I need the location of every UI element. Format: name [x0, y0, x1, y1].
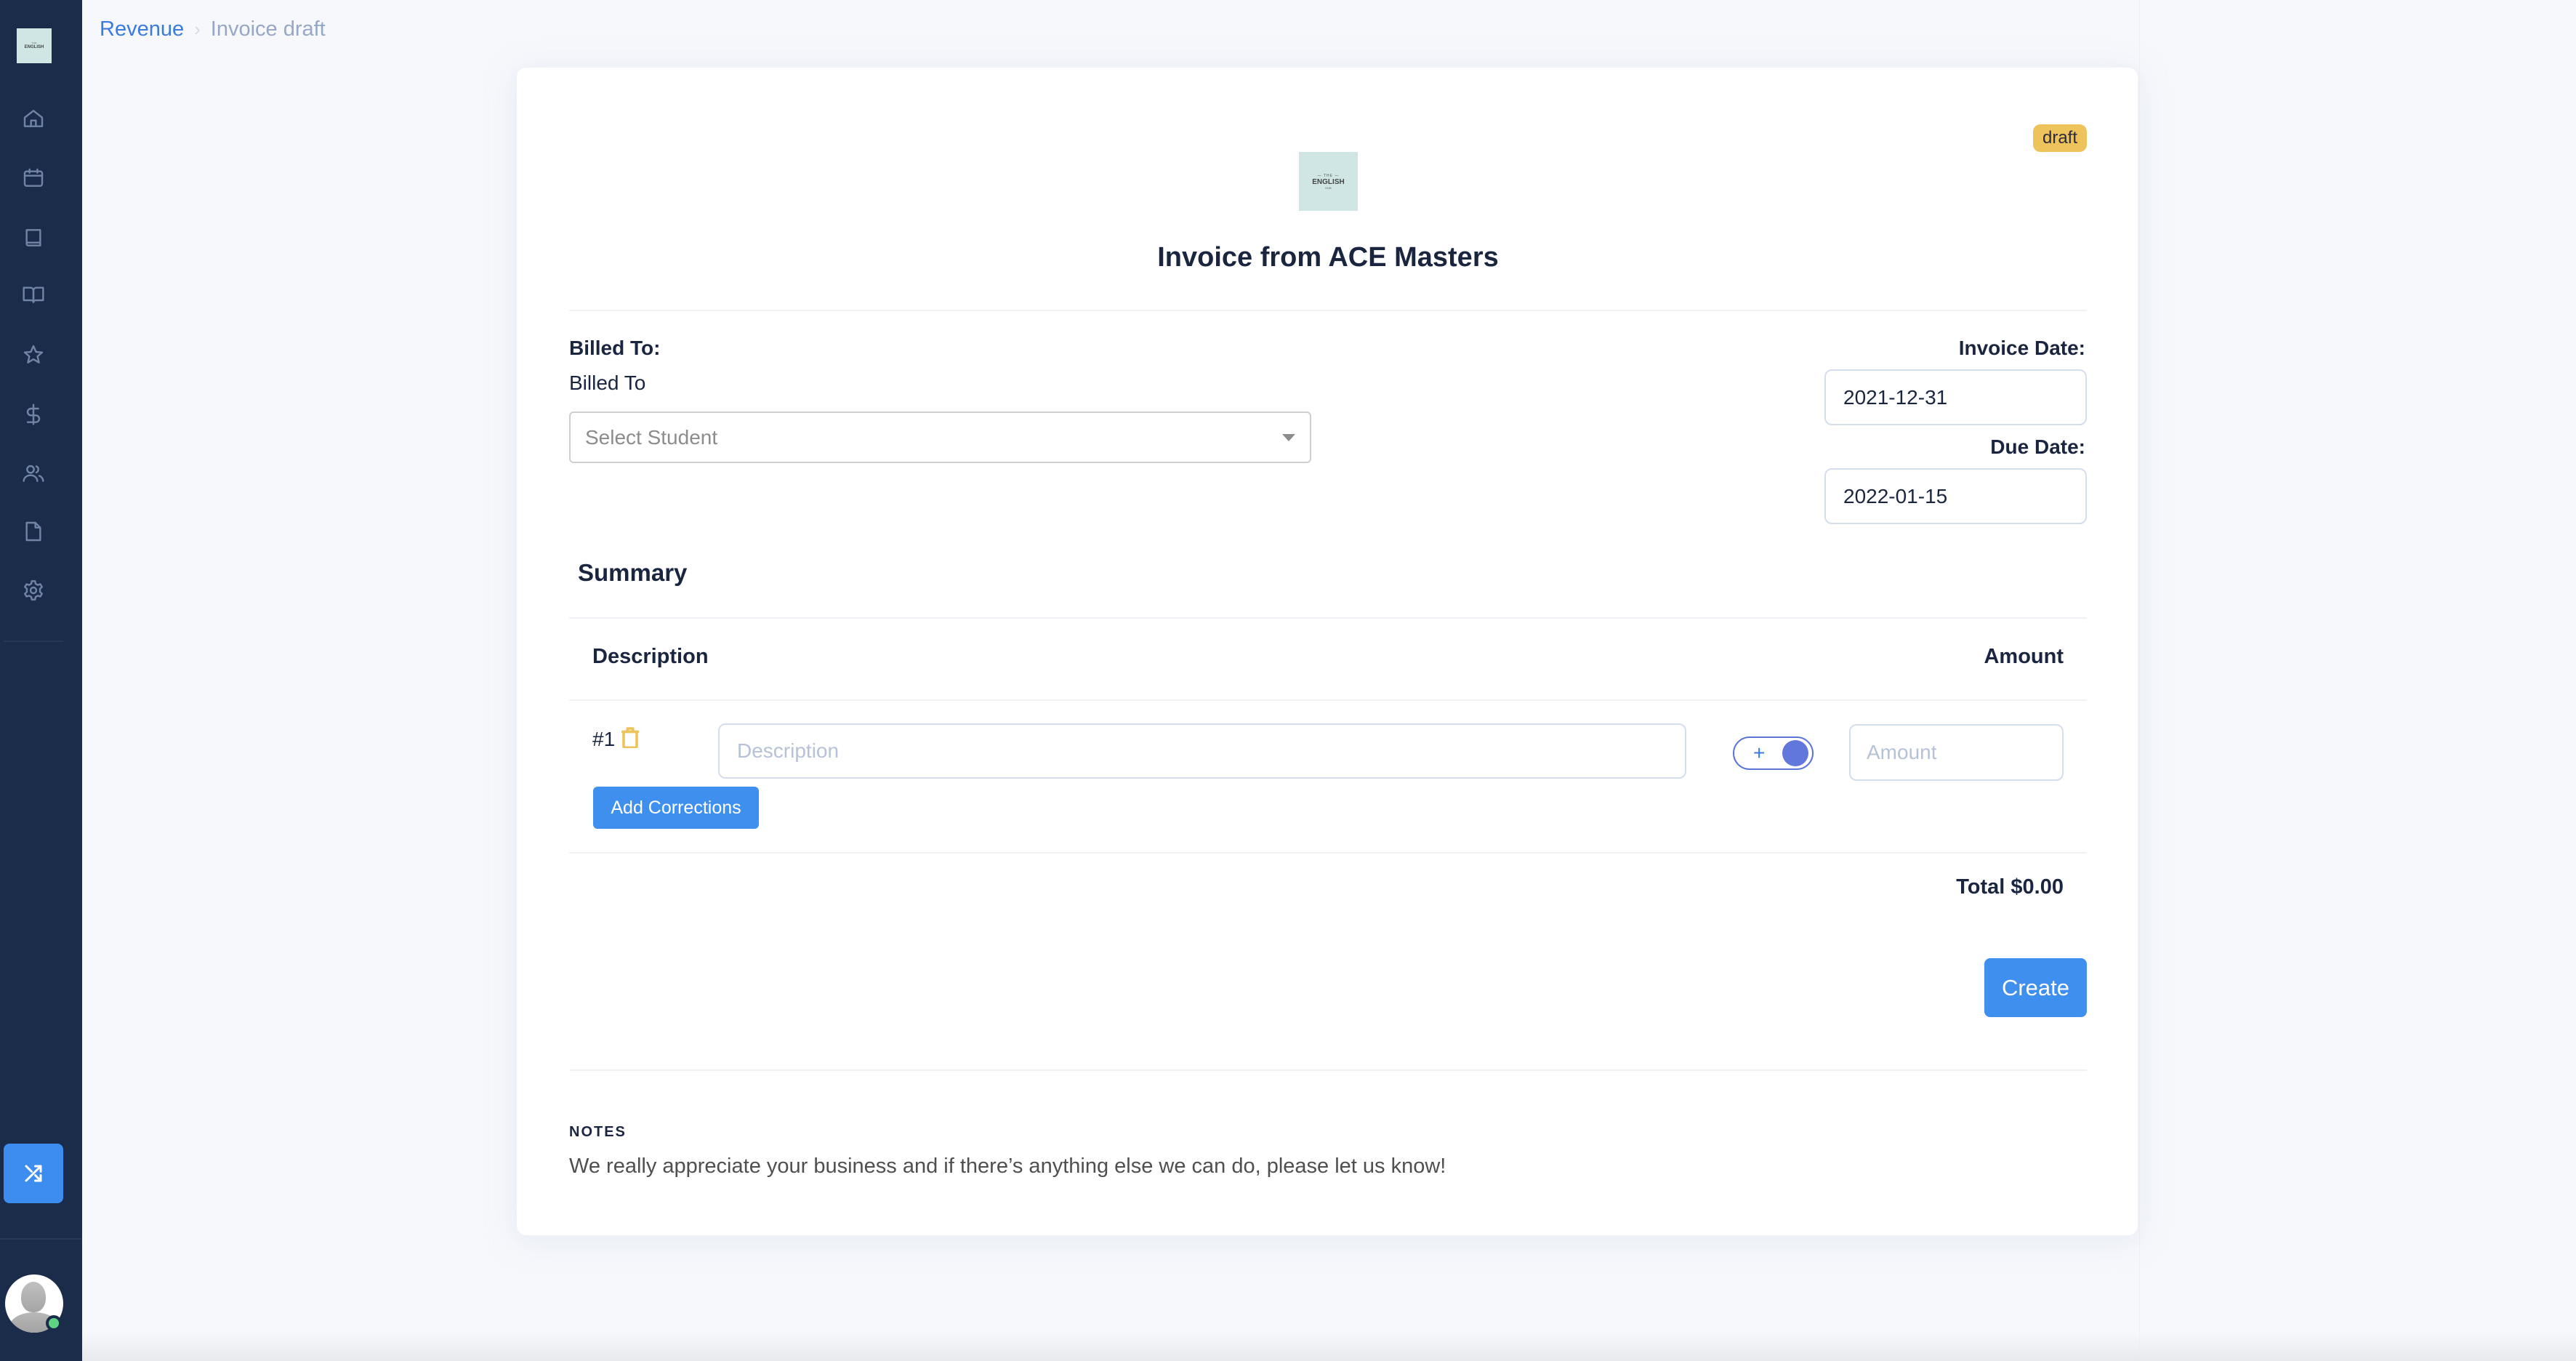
notes-text: We really appreciate your business and i… — [569, 1155, 1446, 1178]
users-icon — [23, 465, 44, 482]
switch-account-button[interactable] — [4, 1144, 63, 1203]
caret-down-icon — [1282, 433, 1295, 441]
table-header-divider — [569, 699, 2087, 701]
trash-icon — [621, 727, 640, 750]
plus-icon: + — [1753, 742, 1766, 764]
sidebar: THE ENGLISH — [0, 0, 82, 1361]
due-date-label: Due Date: — [1990, 435, 2085, 458]
file-icon — [25, 521, 41, 542]
column-header-description: Description — [592, 645, 709, 668]
sidebar-item-book[interactable] — [20, 225, 47, 251]
avatar-head-silhouette — [21, 1282, 46, 1312]
logo-text-main: ENGLISH — [24, 45, 44, 49]
breadcrumb-chevron-icon: › — [194, 18, 201, 40]
dollar-icon — [26, 404, 41, 425]
online-status-indicator — [46, 1315, 62, 1331]
amount-input[interactable] — [1849, 724, 2064, 781]
student-select[interactable]: Select Student — [569, 411, 1311, 463]
add-subtract-toggle[interactable]: + — [1733, 736, 1814, 770]
notes-label: NOTES — [569, 1124, 627, 1140]
book-icon — [25, 229, 41, 246]
summary-title: Summary — [578, 559, 688, 586]
gear-icon — [24, 580, 43, 601]
logo-text-main: ENGLISH — [1312, 177, 1345, 186]
sidebar-item-settings[interactable] — [20, 577, 47, 603]
shuffle-icon — [25, 1165, 42, 1182]
sidebar-item-documents[interactable] — [20, 518, 47, 545]
summary-divider — [569, 617, 2087, 619]
add-corrections-button[interactable]: Add Corrections — [593, 787, 759, 829]
app-logo[interactable]: THE ENGLISH — [17, 28, 52, 63]
right-panel-background — [2139, 0, 2576, 1361]
sidebar-item-users[interactable] — [20, 460, 47, 486]
company-logo: — THE — ENGLISH HUB — [1299, 152, 1358, 211]
sidebar-item-revenue[interactable] — [20, 401, 47, 427]
breadcrumb-current: Invoice draft — [210, 17, 326, 41]
invoice-card: draft — THE — ENGLISH HUB Invoice from A… — [516, 67, 2138, 1236]
header-divider — [569, 310, 2087, 311]
star-icon — [23, 345, 44, 364]
table-footer-divider — [569, 852, 2087, 854]
create-button[interactable]: Create — [1984, 958, 2087, 1017]
bottom-scroll-fade — [82, 1332, 2576, 1361]
logo-text-tiny: HUB — [1325, 185, 1332, 190]
sidebar-bottom-divider — [0, 1238, 82, 1240]
column-header-amount: Amount — [1984, 645, 2064, 668]
open-book-icon — [23, 286, 44, 303]
breadcrumb: Revenue › Invoice draft — [100, 17, 326, 41]
home-icon — [23, 110, 44, 127]
row-number: #1 — [592, 728, 616, 750]
invoice-date-input[interactable] — [1824, 369, 2087, 425]
sidebar-item-calendar[interactable] — [20, 165, 47, 191]
sidebar-item-library[interactable] — [20, 281, 47, 308]
description-input[interactable] — [718, 723, 1686, 779]
calendar-icon — [23, 168, 44, 187]
breadcrumb-revenue-link[interactable]: Revenue — [100, 17, 184, 41]
sidebar-item-favorites[interactable] — [20, 342, 47, 368]
toggle-knob — [1782, 740, 1808, 766]
sidebar-item-home[interactable] — [20, 105, 47, 132]
notes-divider — [569, 1069, 2087, 1071]
invoice-date-label: Invoice Date: — [1958, 337, 2085, 359]
invoice-title: Invoice from ACE Masters — [1157, 242, 1499, 273]
status-badge: draft — [2033, 124, 2087, 152]
due-date-input[interactable] — [1824, 468, 2087, 524]
delete-row-button[interactable] — [621, 726, 640, 750]
billed-to-label: Billed To: — [569, 337, 661, 359]
sidebar-divider — [4, 641, 63, 642]
invoice-total: Total $0.00 — [1956, 875, 2064, 899]
student-select-placeholder: Select Student — [585, 425, 718, 449]
billed-to-sublabel: Billed To — [569, 372, 646, 394]
